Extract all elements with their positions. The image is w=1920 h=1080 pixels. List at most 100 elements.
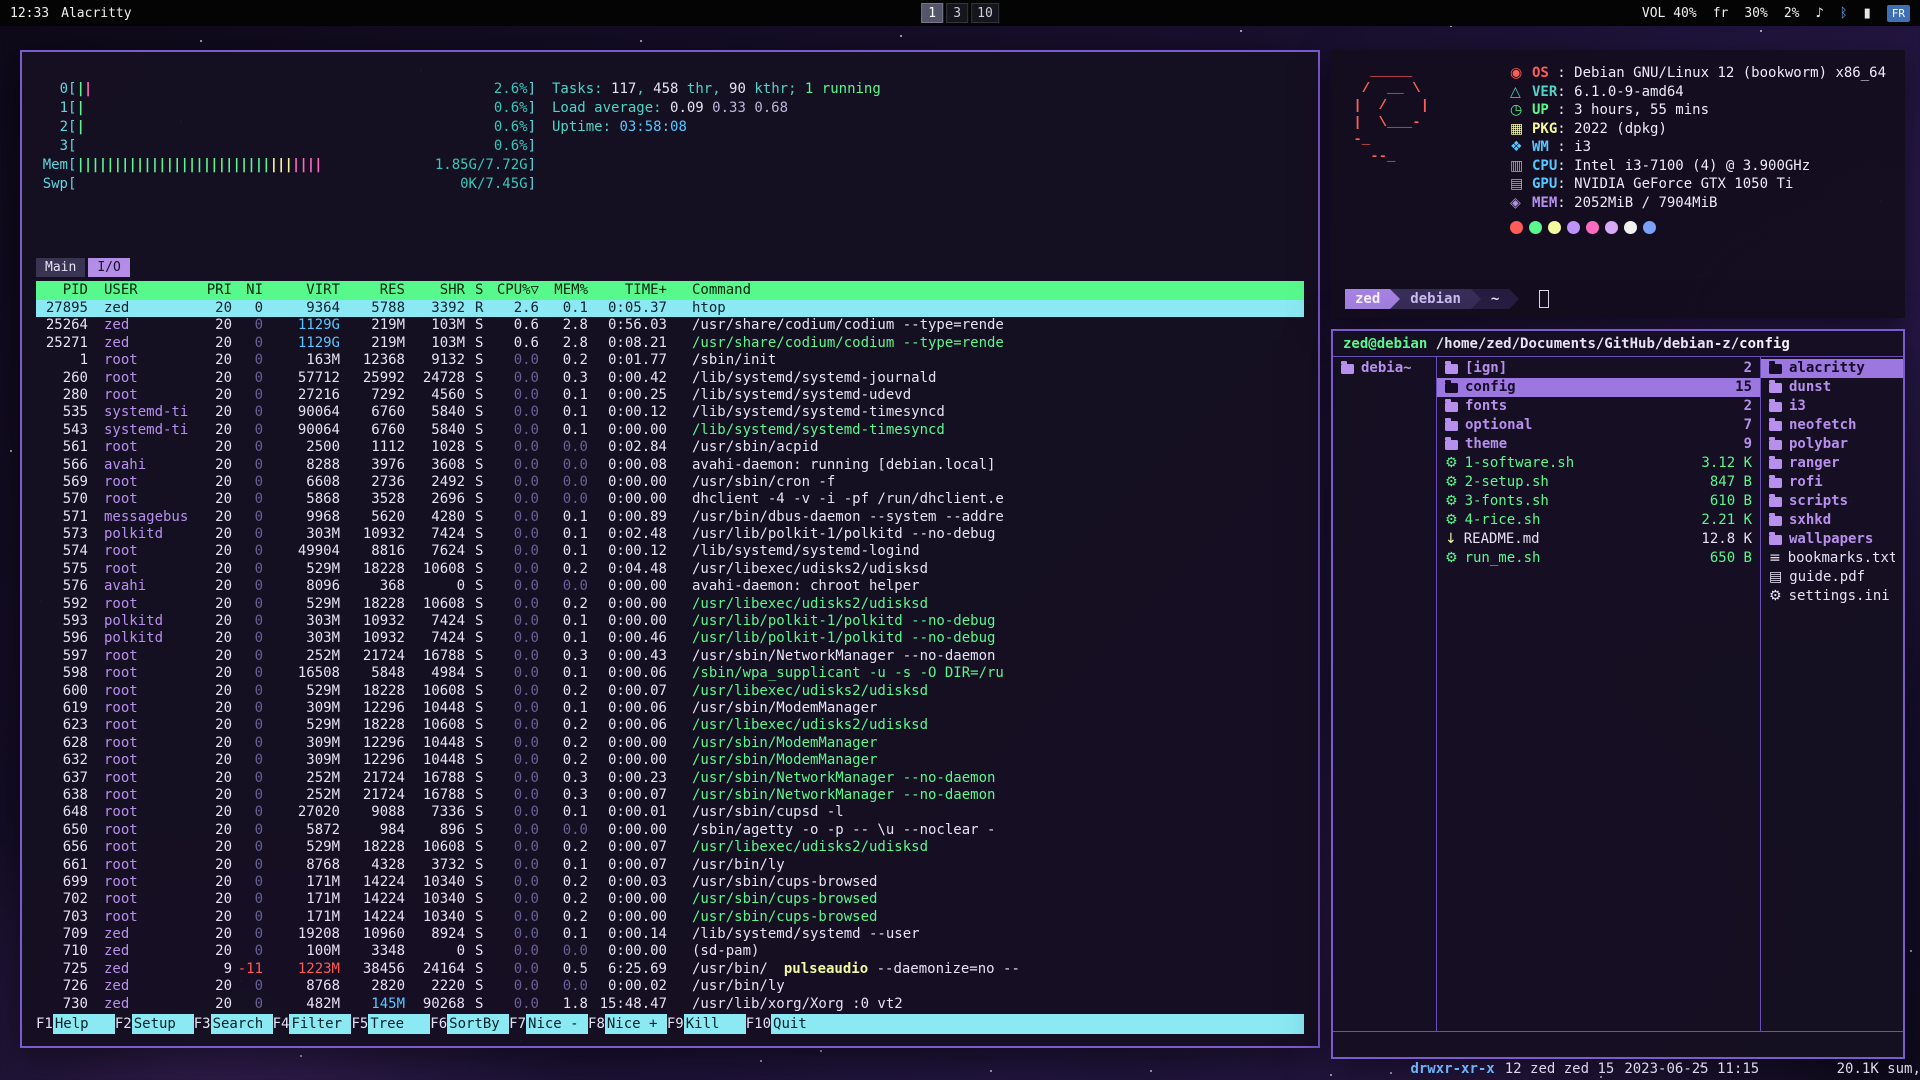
col-ni: 0 bbox=[232, 404, 263, 421]
process-row[interactable]: 592root200529M1822810608S0.00.20:00.00/u… bbox=[36, 596, 1304, 613]
col-ni: 0 bbox=[232, 857, 263, 874]
file-item-wallpapers[interactable]: wallpapers bbox=[1761, 530, 1903, 549]
process-row[interactable]: 726zed200876828202220S0.00.00:00.02/usr/… bbox=[36, 978, 1304, 995]
header-pid[interactable]: PID bbox=[36, 281, 88, 300]
tab-io[interactable]: I/O bbox=[88, 258, 129, 277]
file-item-ign[interactable]: [ign]2 bbox=[1437, 359, 1760, 378]
process-row[interactable]: 27895zed200936457883392R2.60.10:05.37hto… bbox=[36, 300, 1304, 317]
fkey-f6[interactable]: F6SortBy bbox=[430, 1014, 509, 1034]
process-row[interactable]: 573polkitd200303M109327424S0.00.10:02.48… bbox=[36, 526, 1304, 543]
fkey-f3[interactable]: F3Search bbox=[194, 1014, 273, 1034]
process-row[interactable]: 566avahi200828839763608S0.00.00:00.08ava… bbox=[36, 457, 1304, 474]
process-row[interactable]: 702root200171M1422410340S0.00.20:00.00/u… bbox=[36, 891, 1304, 908]
header-s[interactable]: S bbox=[465, 281, 489, 300]
fkey-f8[interactable]: F8Nice + bbox=[588, 1014, 667, 1034]
file-item-polybar[interactable]: polybar bbox=[1761, 435, 1903, 454]
tab-main[interactable]: Main bbox=[36, 258, 85, 277]
process-table-header[interactable]: PIDUSERPRINIVIRTRESSHRSCPU%▽MEM%TIME+Com… bbox=[36, 281, 1304, 300]
process-row[interactable]: 561root200250011121028S0.00.00:02.84/usr… bbox=[36, 439, 1304, 456]
process-row[interactable]: 623root200529M1822810608S0.00.20:00.06/u… bbox=[36, 717, 1304, 734]
workspace-1[interactable]: 1 bbox=[921, 3, 943, 23]
process-row[interactable]: 535systemd-ti2009006467605840S0.00.10:00… bbox=[36, 404, 1304, 421]
file-item-settings.ini[interactable]: ⚙settings.ini bbox=[1761, 587, 1903, 606]
fkey-f5[interactable]: F5Tree bbox=[351, 1014, 430, 1034]
process-row[interactable]: 648root2002702090887336S0.00.10:00.01/us… bbox=[36, 804, 1304, 821]
file-item-i3[interactable]: i3 bbox=[1761, 397, 1903, 416]
process-row[interactable]: 569root200660827362492S0.00.00:00.00/usr… bbox=[36, 474, 1304, 491]
process-row[interactable]: 25264zed2001129G219M103MS0.62.80:56.03/u… bbox=[36, 317, 1304, 334]
header-virt[interactable]: VIRT bbox=[263, 281, 340, 300]
file-item-run_me.sh[interactable]: ⚙run_me.sh650 B bbox=[1437, 549, 1760, 568]
process-row[interactable]: 570root200586835282696S0.00.00:00.00dhcl… bbox=[36, 491, 1304, 508]
ver-icon: △ bbox=[1510, 83, 1532, 102]
header-mem[interactable]: MEM% bbox=[539, 281, 588, 300]
file-item-4-rice.sh[interactable]: ⚙4-rice.sh2.21 K bbox=[1437, 511, 1760, 530]
header-res[interactable]: RES bbox=[340, 281, 405, 300]
shell-prompt[interactable]: zeddebian~ bbox=[1345, 288, 1891, 310]
process-row[interactable]: 597root200252M2172416788S0.00.30:00.43/u… bbox=[36, 648, 1304, 665]
process-row[interactable]: 600root200529M1822810608S0.00.20:00.07/u… bbox=[36, 683, 1304, 700]
process-row[interactable]: 598root2001650858484984S0.00.10:00.06/sb… bbox=[36, 665, 1304, 682]
header-cmd[interactable]: Command bbox=[667, 281, 1304, 300]
file-item-optional[interactable]: optional7 bbox=[1437, 416, 1760, 435]
process-row[interactable]: 574root2004990488167624S0.00.10:00.12/li… bbox=[36, 543, 1304, 560]
process-row[interactable]: 571messagebus200996856204280S0.00.10:00.… bbox=[36, 509, 1304, 526]
process-row[interactable]: 637root200252M2172416788S0.00.30:00.23/u… bbox=[36, 770, 1304, 787]
process-row[interactable]: 619root200309M1229610448S0.00.10:00.06/u… bbox=[36, 700, 1304, 717]
file-item-1-software.sh[interactable]: ⚙1-software.sh3.12 K bbox=[1437, 454, 1760, 473]
process-row[interactable]: 709zed20019208109608924S0.00.10:00.14/li… bbox=[36, 926, 1304, 943]
header-time[interactable]: TIME+ bbox=[588, 281, 667, 300]
file-item-2-setup.sh[interactable]: ⚙2-setup.sh847 B bbox=[1437, 473, 1760, 492]
process-row[interactable]: 596polkitd200303M109327424S0.00.10:00.46… bbox=[36, 630, 1304, 647]
meter-area: ||2.6% bbox=[76, 80, 527, 99]
file-item-guide.pdf[interactable]: ▤guide.pdf bbox=[1761, 568, 1903, 587]
process-row[interactable]: 699root200171M1422410340S0.00.20:00.03/u… bbox=[36, 874, 1304, 891]
process-row[interactable]: 730zed200482M145M90268S0.01.815:48.47/us… bbox=[36, 996, 1304, 1013]
header-cpu[interactable]: CPU%▽ bbox=[489, 281, 539, 300]
process-row[interactable]: 576avahi20080963680S0.00.00:00.00avahi-d… bbox=[36, 578, 1304, 595]
process-row[interactable]: 25271zed2001129G219M103MS0.62.80:08.21/u… bbox=[36, 335, 1304, 352]
fkey-f7[interactable]: F7Nice - bbox=[509, 1014, 588, 1034]
process-row[interactable]: 543systemd-ti2009006467605840S0.00.10:00… bbox=[36, 422, 1304, 439]
file-item-3-fonts.sh[interactable]: ⚙3-fonts.sh610 B bbox=[1437, 492, 1760, 511]
workspace-10[interactable]: 10 bbox=[971, 3, 999, 23]
process-row[interactable]: 703root200171M1422410340S0.00.20:00.00/u… bbox=[36, 909, 1304, 926]
fkey-f10[interactable]: F10Quit bbox=[746, 1014, 833, 1034]
file-item-ranger[interactable]: ranger bbox=[1761, 454, 1903, 473]
header-user[interactable]: USER bbox=[88, 281, 196, 300]
file-item-alacritty[interactable]: alacritty bbox=[1761, 359, 1903, 378]
fkey-f1[interactable]: F1Help bbox=[36, 1014, 115, 1034]
process-row[interactable]: 632root200309M1229610448S0.00.20:00.00/u… bbox=[36, 752, 1304, 769]
header-shr[interactable]: SHR bbox=[405, 281, 465, 300]
process-row[interactable]: 710zed200100M33480S0.00.00:00.00(sd-pam) bbox=[36, 943, 1304, 960]
col-res: 2820 bbox=[340, 978, 405, 995]
file-item-debia[interactable]: debia~ bbox=[1333, 359, 1436, 378]
process-row[interactable]: 638root200252M2172416788S0.00.30:00.07/u… bbox=[36, 787, 1304, 804]
file-item-scripts[interactable]: scripts bbox=[1761, 492, 1903, 511]
fkey-f4[interactable]: F4Filter bbox=[273, 1014, 352, 1034]
file-item-fonts[interactable]: fonts2 bbox=[1437, 397, 1760, 416]
file-item-README.md[interactable]: ↓README.md12.8 K bbox=[1437, 530, 1760, 549]
file-item-dunst[interactable]: dunst bbox=[1761, 378, 1903, 397]
process-row[interactable]: 260root200577122599224728S0.00.30:00.42/… bbox=[36, 370, 1304, 387]
fkey-f2[interactable]: F2Setup bbox=[115, 1014, 194, 1034]
file-item-sxhkd[interactable]: sxhkd bbox=[1761, 511, 1903, 530]
process-row[interactable]: 628root200309M1229610448S0.00.20:00.00/u… bbox=[36, 735, 1304, 752]
process-row[interactable]: 575root200529M1822810608S0.00.20:04.48/u… bbox=[36, 561, 1304, 578]
process-row[interactable]: 1root200163M123689132S0.00.20:01.77/sbin… bbox=[36, 352, 1304, 369]
file-item-neofetch[interactable]: neofetch bbox=[1761, 416, 1903, 435]
process-row[interactable]: 280root2002721672924560S0.00.10:00.25/li… bbox=[36, 387, 1304, 404]
workspace-3[interactable]: 3 bbox=[946, 3, 968, 23]
process-row[interactable]: 661root200876843283732S0.00.10:00.07/usr… bbox=[36, 857, 1304, 874]
file-item-rofi[interactable]: rofi bbox=[1761, 473, 1903, 492]
process-row[interactable]: 593polkitd200303M109327424S0.00.10:00.00… bbox=[36, 613, 1304, 630]
header-pri[interactable]: PRI bbox=[196, 281, 232, 300]
header-ni[interactable]: NI bbox=[232, 281, 263, 300]
file-item-theme[interactable]: theme9 bbox=[1437, 435, 1760, 454]
file-item-config[interactable]: config15 bbox=[1437, 378, 1760, 397]
file-item-bookmarks.txt[interactable]: ≡bookmarks.txt bbox=[1761, 549, 1903, 568]
process-row[interactable]: 656root200529M1822810608S0.00.20:00.07/u… bbox=[36, 839, 1304, 856]
process-row[interactable]: 725zed9-111223M3845624164S0.00.56:25.69/… bbox=[36, 961, 1304, 978]
fkey-f9[interactable]: F9Kill bbox=[667, 1014, 746, 1034]
process-row[interactable]: 650root2005872984896S0.00.00:00.00/sbin/… bbox=[36, 822, 1304, 839]
